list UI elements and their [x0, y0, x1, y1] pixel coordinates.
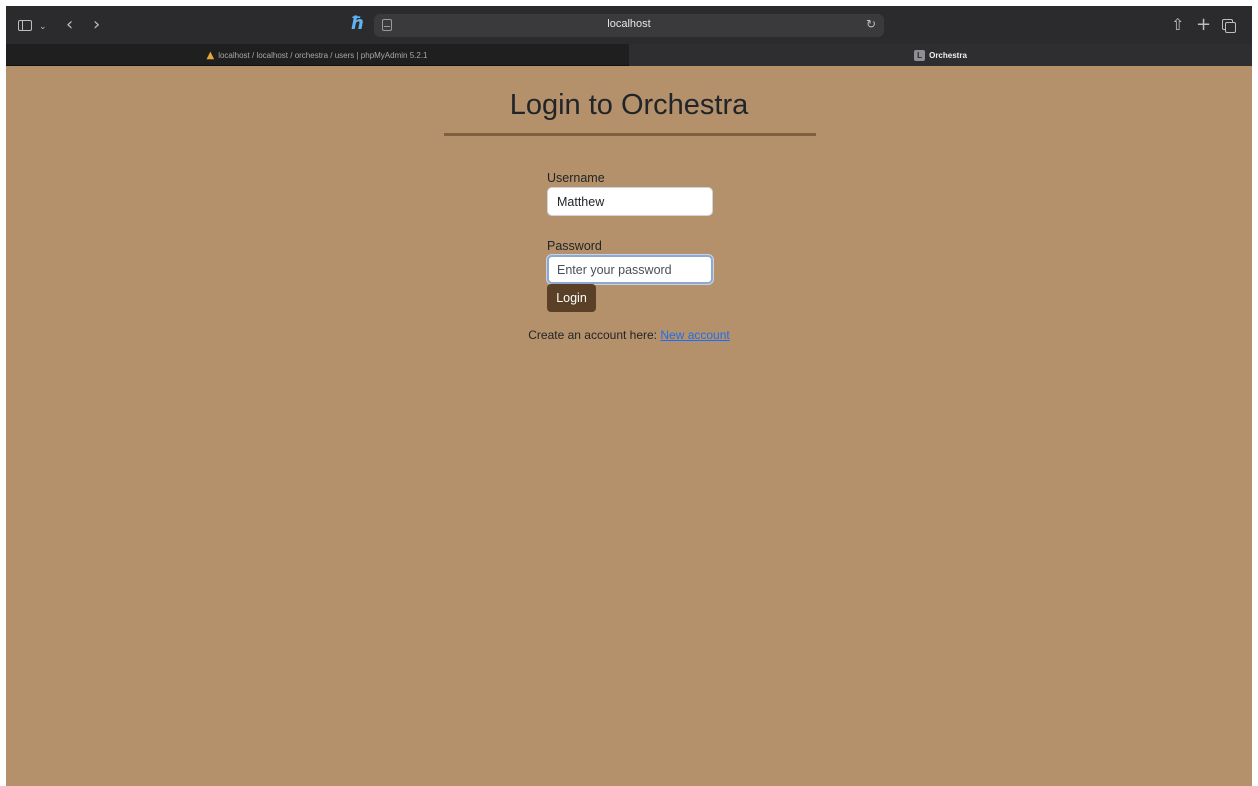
back-arrow-icon[interactable]: ‹ [66, 15, 73, 35]
username-label: Username [547, 171, 605, 185]
share-icon[interactable]: ⇧ [1171, 15, 1184, 35]
page-title: Login to Orchestra [509, 89, 749, 121]
forward-arrow-icon[interactable]: › [93, 15, 100, 35]
reload-icon[interactable]: ↻ [866, 17, 876, 31]
browser-toolbar: ⌄ ‹ › ħ localhost ↻ ⇧ + [6, 6, 1252, 44]
new-account-link[interactable]: New account [660, 328, 729, 342]
site-favicon-icon: L [914, 49, 926, 61]
title-divider [444, 133, 816, 136]
login-button[interactable]: Login [547, 284, 596, 312]
password-input[interactable] [547, 255, 713, 284]
chevron-down-icon[interactable]: ⌄ [39, 17, 47, 37]
address-bar[interactable]: localhost ↻ [374, 14, 884, 37]
browser-window: ⌄ ‹ › ħ localhost ↻ ⇧ + ▲ localhost / lo… [6, 6, 1252, 786]
tab-label: Orchestra [929, 50, 967, 60]
extension-icon[interactable]: ħ [350, 14, 364, 34]
tab-strip: ▲ localhost / localhost / orchestra / us… [6, 44, 1252, 66]
create-account-text: Create an account here: [528, 328, 661, 342]
username-input[interactable] [547, 187, 713, 216]
tab-overview-icon[interactable] [1222, 19, 1236, 33]
tab-phpmyadmin[interactable]: ▲ localhost / localhost / orchestra / us… [6, 44, 628, 66]
create-account-line: Create an account here: New account [6, 328, 1252, 342]
url-text: localhost [607, 18, 651, 30]
page-content: Login to Orchestra Username Password Log… [6, 67, 1252, 786]
tab-label: localhost / localhost / orchestra / user… [218, 50, 428, 60]
sidebar-toggle-icon[interactable] [18, 20, 32, 31]
new-tab-icon[interactable]: + [1196, 15, 1211, 35]
phpmyadmin-icon: ▲ [206, 49, 215, 61]
tab-orchestra[interactable]: L Orchestra [629, 44, 1252, 66]
password-label: Password [547, 239, 602, 253]
